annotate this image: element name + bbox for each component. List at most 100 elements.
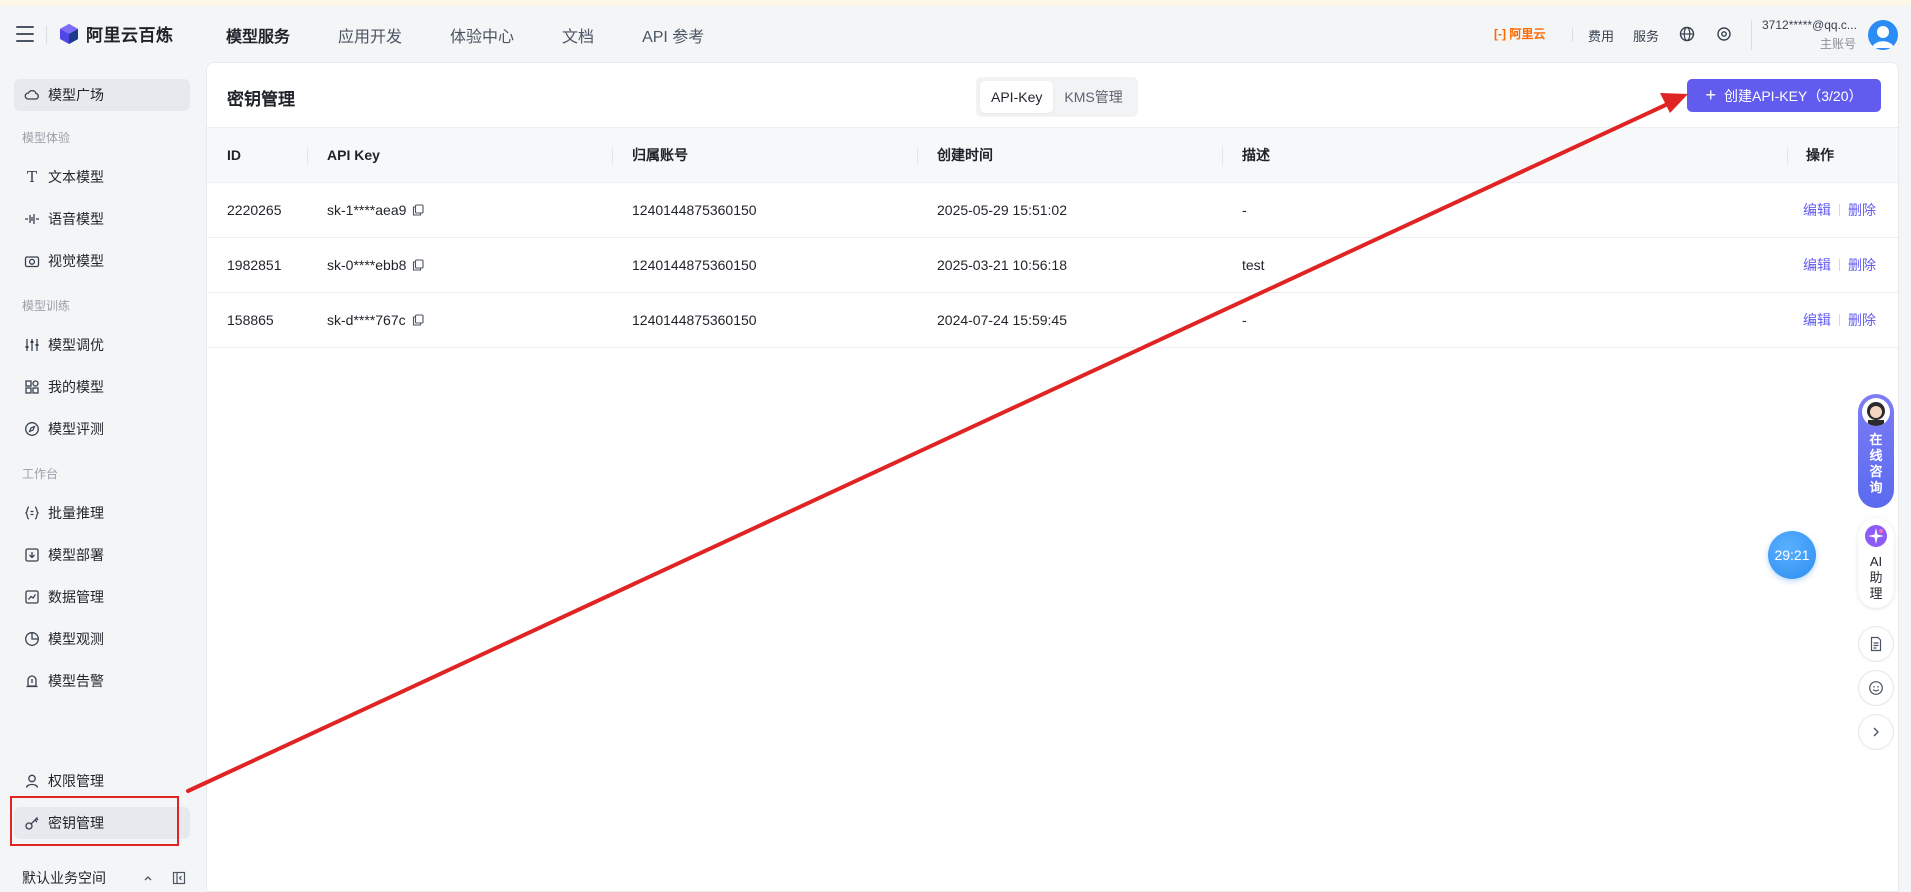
document-icon [1870,636,1882,652]
column-header-id: ID [207,127,307,183]
nav-docs[interactable]: 文档 [562,23,594,47]
sidebar-item-data-mgmt[interactable]: 数据管理 [14,581,190,613]
annotation-highlight-box [10,796,179,846]
sidebar-item-label: 批量推理 [48,505,104,521]
nav-api-ref[interactable]: API 参考 [642,23,704,47]
sidebar-item-label: 模型评测 [48,421,104,437]
sidebar-item-vision-model[interactable]: 视觉模型 [14,245,190,277]
sidebar-item-alerts[interactable]: 模型告警 [14,665,190,697]
nav-model-service[interactable]: 模型服务 [226,23,290,47]
sidebar-item-label: 权限管理 [48,773,104,789]
sidebar-item-text-model[interactable]: T 文本模型 [14,161,190,193]
table-row: 158865 sk-d****767c 1240144875360150 202… [207,292,1898,348]
cell-account: 1240144875360150 [612,292,917,348]
sidebar-item-voice-model[interactable]: 语音模型 [14,203,190,235]
cell-ops: 编辑 删除 [1527,237,1898,293]
sidebar-item-fine-tune[interactable]: 模型调优 [14,329,190,361]
edit-link[interactable]: 编辑 [1803,257,1831,273]
plus-icon: + [1705,84,1716,105]
nav-experience[interactable]: 体验中心 [450,23,514,47]
copy-icon[interactable] [412,204,424,216]
sidebar-item-permissions[interactable]: 权限管理 [14,765,190,797]
aliyun-logo[interactable]: [-] 阿里云 [1494,25,1545,42]
sidebar-item-label: 模型调优 [48,337,104,353]
sidebar-item-label: 语音模型 [48,211,104,227]
delete-link[interactable]: 删除 [1848,202,1876,218]
copy-icon[interactable] [412,314,424,326]
delete-link[interactable]: 删除 [1848,257,1876,273]
sidebar-item-my-models[interactable]: 我的模型 [14,371,190,403]
cell-desc: test [1222,237,1527,293]
settings-icon[interactable] [1715,25,1733,43]
sidebar-item-batch-inference[interactable]: 批量推理 [14,497,190,529]
cell-api-key: sk-d****767c [307,292,612,348]
tab-switcher: API-Key KMS管理 [976,77,1138,117]
edit-link[interactable]: 编辑 [1803,202,1831,218]
sidebar-item-label: 数据管理 [48,589,104,605]
session-timer[interactable]: 29:21 [1768,531,1816,579]
globe-icon[interactable] [1678,25,1696,43]
menu-icon[interactable] [16,26,34,42]
service-link[interactable]: 服务 [1633,26,1659,45]
sidebar-group-training: 模型训练 [22,299,71,313]
camera-icon [24,256,40,268]
ai-assistant-button[interactable]: AI助理 [1858,518,1894,608]
tab-kms[interactable]: KMS管理 [1053,81,1133,113]
sidebar-item-label: 模型告警 [48,673,104,689]
pie-chart-icon [25,632,39,646]
aliyun-logo-text: 阿里云 [1509,27,1546,41]
delete-link[interactable]: 删除 [1848,312,1876,328]
header-divider [46,26,47,44]
column-header-created: 创建时间 [917,127,1222,183]
create-button-label: 创建API-KEY（3/20） [1724,87,1863,104]
nav-app-dev[interactable]: 应用开发 [338,23,402,47]
collapse-sidebar-icon[interactable] [172,871,186,885]
sidebar-item-model-plaza[interactable]: 模型广场 [14,79,190,111]
user-avatar-icon [1872,26,1894,48]
sidebar-item-label: 视觉模型 [48,253,104,269]
sidebar-item-model-eval[interactable]: 模型评测 [14,413,190,445]
alarm-icon [26,675,38,688]
sidebar: 模型广场 模型体验 T 文本模型 语音模型 视觉模型 模型训练 模型调优 我的模… [0,62,205,892]
chevron-up-icon[interactable] [142,872,154,884]
sidebar-item-deploy[interactable]: 模型部署 [14,539,190,571]
create-api-key-button[interactable]: + 创建API-KEY（3/20） [1687,79,1881,112]
column-header-account: 归属账号 [612,127,917,183]
online-consult-button[interactable]: 在线咨询 [1858,394,1894,508]
edit-link[interactable]: 编辑 [1803,312,1831,328]
ai-assistant-label: AI助理 [1869,554,1883,601]
cell-created: 2024-07-24 15:59:45 [917,292,1222,348]
sidebar-item-observe[interactable]: 模型观测 [14,623,190,655]
cell-ops: 编辑 删除 [1527,182,1898,238]
top-header: 阿里云百炼 模型服务 应用开发 体验中心 文档 API 参考 [-] 阿里云 费… [0,6,1911,62]
ai-assistant-icon [1865,525,1887,547]
avatar[interactable] [1868,20,1898,50]
chevron-right-icon [1873,727,1879,737]
workspace-switcher[interactable]: 默认业务空间 [22,868,190,888]
cell-api-key: sk-0****ebb8 [307,237,612,293]
cell-account: 1240144875360150 [612,237,917,293]
tab-api-key[interactable]: API-Key [980,81,1054,113]
billing-link[interactable]: 费用 [1588,26,1614,45]
sidebar-item-label: 文本模型 [48,169,104,185]
aliyun-bracket-icon: [-] [1494,27,1506,41]
cell-api-key: sk-1****aea9 [307,182,612,238]
cell-desc: - [1222,292,1527,348]
account-role: 主账号 [1819,37,1856,51]
download-box-icon [25,548,39,562]
expand-button[interactable] [1858,714,1894,750]
doc-button[interactable] [1858,626,1894,662]
main-panel: 密钥管理 API-Key KMS管理 + 创建API-KEY（3/20） ID … [206,62,1899,892]
grid-icon [25,380,39,394]
cell-id: 2220265 [207,182,307,238]
cell-ops: 编辑 删除 [1527,292,1898,348]
account-info[interactable]: 3712*****@qq.c... 主账号 [1762,18,1856,52]
cell-id: 1982851 [207,237,307,293]
feedback-button[interactable] [1858,670,1894,706]
copy-icon[interactable] [412,259,424,271]
table-header-row: ID API Key 归属账号 创建时间 描述 操作 [207,127,1898,183]
top-nav: 模型服务 应用开发 体验中心 文档 API 参考 [226,23,752,47]
agent-avatar [1862,398,1890,426]
app-logo[interactable]: 阿里云百炼 [58,21,174,46]
cell-id: 158865 [207,292,307,348]
